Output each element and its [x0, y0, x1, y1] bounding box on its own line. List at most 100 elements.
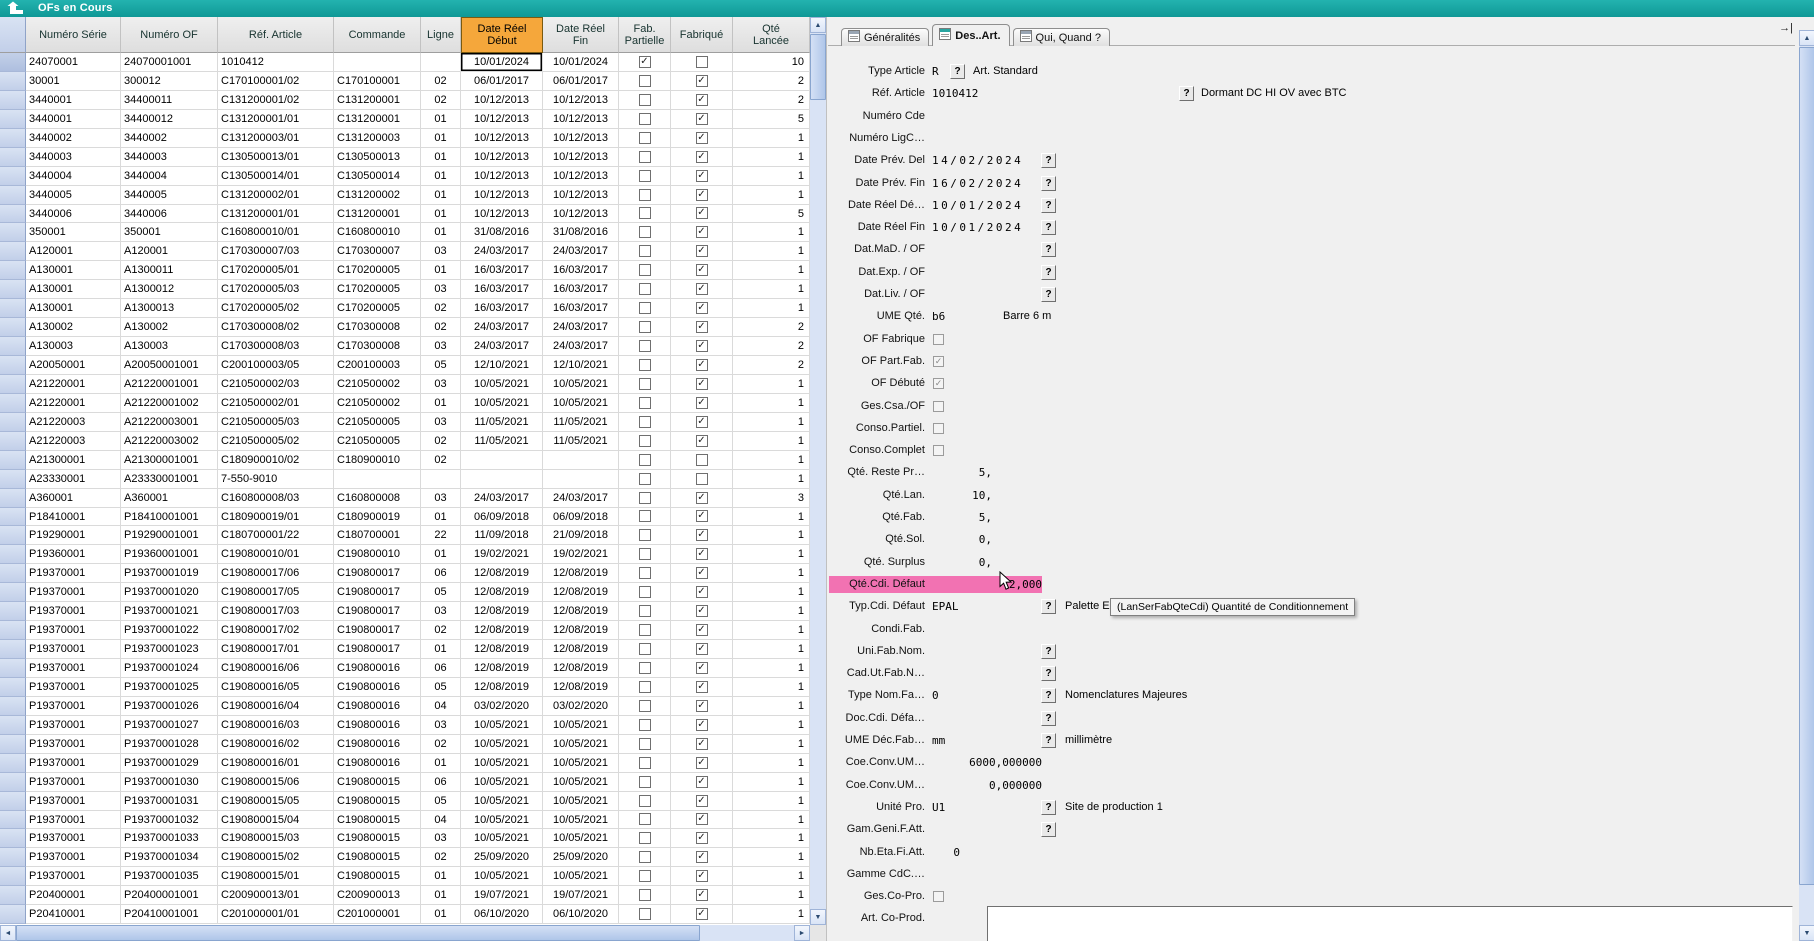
cell-fab-partielle[interactable]: [619, 91, 671, 110]
cell-num-ro-of[interactable]: P19370001024: [121, 659, 218, 678]
cell-qt-lanc-e[interactable]: 2: [733, 356, 810, 375]
cell-num-ro-of[interactable]: A21220003002: [121, 432, 218, 451]
column-header-r-f-article[interactable]: Réf. Article: [218, 17, 334, 53]
fab-partielle-checkbox[interactable]: ✓: [639, 56, 651, 68]
field-value[interactable]: R: [932, 61, 939, 82]
table-row[interactable]: P19370001P19370001021C190800017/03C19080…: [0, 602, 810, 621]
cell-date-r-el-fin[interactable]: 24/03/2017: [543, 242, 619, 261]
cell-date-r-el-fin[interactable]: 10/12/2013: [543, 186, 619, 205]
column-header-qt-lanc-e[interactable]: Qté Lancée: [733, 17, 810, 53]
cell-ligne[interactable]: 02: [421, 432, 461, 451]
cell-num-ro-of[interactable]: P19370001021: [121, 602, 218, 621]
cell-date-r-el-fin[interactable]: 12/08/2019: [543, 621, 619, 640]
cell-r-f-article[interactable]: C170200005/02: [218, 299, 334, 318]
cell-date-r-el-d-but[interactable]: 10/05/2021: [461, 394, 543, 413]
fab-partielle-checkbox[interactable]: [639, 813, 651, 825]
cell-ligne[interactable]: 01: [421, 205, 461, 224]
row-header[interactable]: [0, 53, 26, 72]
table-row[interactable]: P19370001P19370001030C190800015/06C19080…: [0, 773, 810, 792]
cell-num-ro-s-rie[interactable]: P19370001: [26, 867, 121, 886]
cell-r-f-article[interactable]: C190800010/01: [218, 545, 334, 564]
cell-commande[interactable]: C131200001: [334, 91, 421, 110]
cell-fabriqu[interactable]: ✓: [671, 792, 733, 811]
cell-date-r-el-d-but[interactable]: 19/07/2021: [461, 886, 543, 905]
cell-ligne[interactable]: [421, 53, 461, 72]
cell-num-ro-s-rie[interactable]: A360001: [26, 489, 121, 508]
cell-num-ro-of[interactable]: P19370001023: [121, 640, 218, 659]
cell-commande[interactable]: C190800016: [334, 659, 421, 678]
cell-commande[interactable]: C160800008: [334, 489, 421, 508]
cell-fabriqu[interactable]: ✓: [671, 413, 733, 432]
table-row[interactable]: 2407000124070001001101041210/01/202410/0…: [0, 53, 810, 72]
row-header[interactable]: [0, 640, 26, 659]
fabrique-checkbox[interactable]: ✓: [696, 795, 708, 807]
cell-date-r-el-fin[interactable]: 10/12/2013: [543, 110, 619, 129]
table-row[interactable]: P19360001P19360001001C190800010/01C19080…: [0, 545, 810, 564]
cell-qt-lanc-e[interactable]: 1: [733, 773, 810, 792]
fabrique-checkbox[interactable]: ✓: [696, 719, 708, 731]
cell-fab-partielle[interactable]: [619, 792, 671, 811]
field-checkbox[interactable]: [933, 445, 944, 456]
cell-commande[interactable]: C190800010: [334, 545, 421, 564]
cell-ligne[interactable]: 01: [421, 148, 461, 167]
table-row[interactable]: P18410001P18410001001C180900019/01C18090…: [0, 508, 810, 527]
cell-date-r-el-fin[interactable]: 19/07/2021: [543, 886, 619, 905]
fab-partielle-checkbox[interactable]: [639, 776, 651, 788]
cell-fab-partielle[interactable]: [619, 697, 671, 716]
row-header[interactable]: [0, 318, 26, 337]
cell-ligne[interactable]: 01: [421, 186, 461, 205]
cell-r-f-article[interactable]: C170200005/01: [218, 261, 334, 280]
fab-partielle-checkbox[interactable]: [639, 454, 651, 466]
cell-num-ro-of[interactable]: 3440005: [121, 186, 218, 205]
cell-date-r-el-fin[interactable]: 10/12/2013: [543, 205, 619, 224]
row-header[interactable]: [0, 564, 26, 583]
cell-num-ro-of[interactable]: P20410001001: [121, 905, 218, 924]
cell-num-ro-s-rie[interactable]: 3440006: [26, 205, 121, 224]
cell-qt-lanc-e[interactable]: 1: [733, 886, 810, 905]
cell-date-r-el-d-but[interactable]: 10/12/2013: [461, 91, 543, 110]
cell-date-r-el-fin[interactable]: 10/05/2021: [543, 375, 619, 394]
cell-r-f-article[interactable]: C190800017/05: [218, 583, 334, 602]
cell-fabriqu[interactable]: ✓: [671, 829, 733, 848]
cell-date-r-el-d-but[interactable]: 31/08/2016: [461, 223, 543, 242]
cell-date-r-el-d-but[interactable]: 10/01/2024: [461, 53, 543, 72]
cell-fab-partielle[interactable]: [619, 621, 671, 640]
cell-r-f-article[interactable]: C210500005/02: [218, 432, 334, 451]
cell-fabriqu[interactable]: [671, 53, 733, 72]
row-header[interactable]: [0, 356, 26, 375]
cell-date-r-el-fin[interactable]: 10/05/2021: [543, 735, 619, 754]
cell-num-ro-s-rie[interactable]: A120001: [26, 242, 121, 261]
cell-commande[interactable]: [334, 470, 421, 489]
cell-date-r-el-fin[interactable]: 06/09/2018: [543, 508, 619, 527]
cell-fabriqu[interactable]: [671, 451, 733, 470]
scroll-up-button[interactable]: ▲: [810, 17, 826, 33]
cell-num-ro-s-rie[interactable]: 3440005: [26, 186, 121, 205]
cell-date-r-el-d-but[interactable]: 12/08/2019: [461, 583, 543, 602]
cell-date-r-el-d-but[interactable]: 16/03/2017: [461, 280, 543, 299]
cell-qt-lanc-e[interactable]: 1: [733, 640, 810, 659]
fab-partielle-checkbox[interactable]: [639, 283, 651, 295]
cell-fab-partielle[interactable]: [619, 375, 671, 394]
field-value[interactable]: 0: [932, 685, 939, 706]
cell-qt-lanc-e[interactable]: 1: [733, 451, 810, 470]
vertical-scrollbar-thumb[interactable]: [1799, 47, 1814, 885]
cell-ligne[interactable]: 06: [421, 564, 461, 583]
cell-ligne[interactable]: 01: [421, 508, 461, 527]
co-product-textarea[interactable]: [987, 906, 1793, 941]
fabrique-checkbox[interactable]: ✓: [696, 75, 708, 87]
cell-ligne[interactable]: 03: [421, 280, 461, 299]
row-header[interactable]: [0, 678, 26, 697]
fabrique-checkbox[interactable]: ✓: [696, 359, 708, 371]
table-row[interactable]: P19370001P19370001029C190800016/01C19080…: [0, 754, 810, 773]
cell-num-ro-s-rie[interactable]: 3440002: [26, 129, 121, 148]
cell-r-f-article[interactable]: C190800016/01: [218, 754, 334, 773]
cell-commande[interactable]: C170200005: [334, 280, 421, 299]
field-checkbox[interactable]: ✓: [933, 378, 944, 389]
vertical-scrollbar-thumb[interactable]: [810, 34, 826, 100]
cell-date-r-el-fin[interactable]: 16/03/2017: [543, 261, 619, 280]
fabrique-checkbox[interactable]: ✓: [696, 264, 708, 276]
cell-num-ro-of[interactable]: P19370001031: [121, 792, 218, 811]
field-value[interactable]: 10/01/2024: [932, 217, 1023, 238]
table-row[interactable]: P19370001P19370001028C190800016/02C19080…: [0, 735, 810, 754]
cell-date-r-el-fin[interactable]: 21/09/2018: [543, 526, 619, 545]
